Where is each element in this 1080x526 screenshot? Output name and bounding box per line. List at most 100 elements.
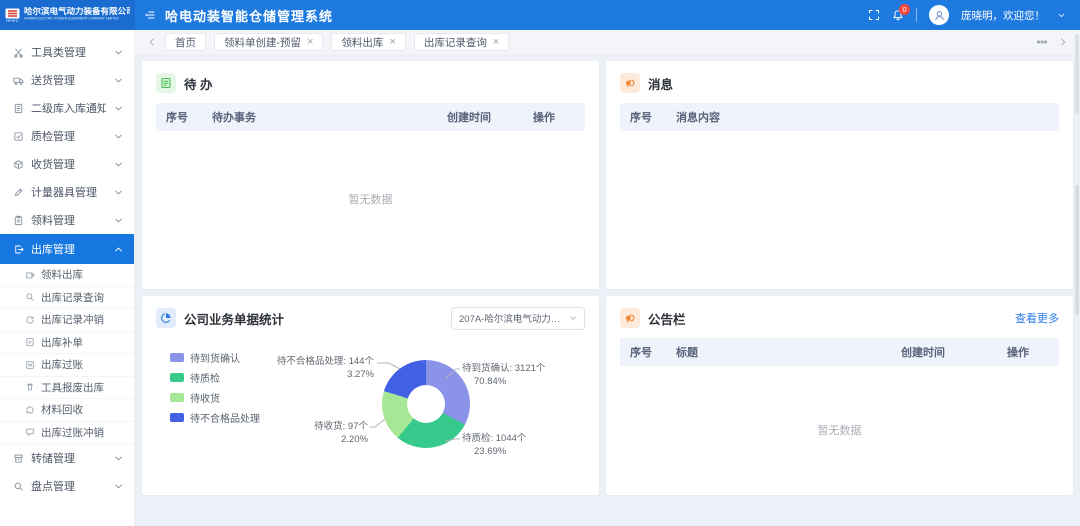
sidebar-item-tools[interactable]: 工具类管理 [0, 38, 134, 66]
main-area: 首页领料单创建-预留×领料出库×出库记录查询× 待 办 序号待 [135, 30, 1080, 526]
tabs-scroll-right-icon[interactable] [1058, 37, 1068, 47]
truck-icon [13, 75, 24, 86]
notice-empty-state: 暂无数据 [606, 422, 1073, 438]
org-select[interactable]: 207A-哈尔滨电气动力装备有限公 [451, 307, 585, 330]
export-icon [13, 244, 24, 255]
legend-item[interactable]: 待收货 [170, 390, 260, 405]
todo-icon [156, 73, 176, 93]
sidebar-subitem-outbound-posting[interactable]: 出库过账 [0, 354, 134, 377]
sidebar-subitem-outbound-supplement[interactable]: 出库补单 [0, 332, 134, 355]
tab-close-icon[interactable]: × [307, 37, 313, 48]
tabs-more-icon[interactable] [1036, 36, 1048, 48]
chart-label-lb: 待收货: 97个2.20% [247, 421, 368, 446]
chevron-down-icon [113, 75, 124, 86]
recycle-icon [25, 405, 35, 415]
avatar[interactable] [929, 5, 949, 25]
company-name-en: HARBIN ELECTRIC POWER EQUIPMENT COMPANY … [24, 18, 82, 22]
sidebar-item-label: 领料管理 [31, 212, 106, 228]
column-header: 操作 [533, 109, 575, 125]
company-logo-block: HPEC 哈尔滨电气动力装备有限公司 HARBIN ELECTRIC POWER… [0, 0, 135, 30]
notice-panel: 公告栏 查看更多 序号标题创建时间操作 暂无数据 [606, 296, 1073, 495]
tab-close-icon[interactable]: × [493, 37, 499, 48]
sidebar-item-label: 出库管理 [31, 241, 106, 257]
sidebar-item-label: 计量器具管理 [31, 184, 106, 200]
sidebar-item-label: 转储管理 [31, 450, 106, 466]
tab-home[interactable]: 首页 [165, 33, 206, 51]
tab-outbound-record-query[interactable]: 出库记录查询 × [414, 33, 509, 51]
sidebar-item-label: 二级库入库通知单 [31, 100, 106, 116]
todo-table-header: 序号待办事务创建时间操作 [156, 103, 585, 131]
messages-table-header: 序号消息内容 [620, 103, 1059, 131]
megaphone-icon [620, 308, 640, 328]
sidebar-item-measuring-instruments[interactable]: 计量器具管理 [0, 178, 134, 206]
sidebar-item-level2-inbound-notice[interactable]: 二级库入库通知单 [0, 94, 134, 122]
tab-requisition-create-reserve[interactable]: 领料单创建-预留× [214, 33, 323, 51]
doc-plus-icon [25, 337, 35, 347]
panel-title-todo: 待 办 [184, 74, 212, 93]
header-divider [916, 8, 917, 22]
page-scrollbar[interactable] [1075, 34, 1079, 114]
tab-close-icon[interactable]: × [389, 37, 395, 48]
fullscreen-icon[interactable] [868, 9, 880, 21]
chevron-down-icon [113, 453, 124, 464]
company-name-cn: 哈尔滨电气动力装备有限公司 [24, 7, 130, 16]
sidebar-subitem-label: 出库过账 [41, 357, 83, 372]
tab-label: 首页 [175, 35, 196, 50]
box-out-icon [25, 270, 35, 280]
column-header: 操作 [1007, 344, 1049, 360]
chevron-down-icon [113, 47, 124, 58]
sidebar-subitem-label: 出库过账冲销 [41, 425, 104, 440]
chevron-down-icon [113, 131, 124, 142]
logo-emblem-text: HPEC [6, 19, 19, 23]
tab-label: 领料出库 [341, 35, 383, 50]
view-more-link[interactable]: 查看更多 [1015, 310, 1059, 326]
archive-icon [13, 453, 24, 464]
sidebar-subitem-outbound-posting-reversal[interactable]: 出库过账冲销 [0, 422, 134, 445]
chevron-up-icon [113, 244, 124, 255]
sidebar-subitem-tool-scrap-outbound[interactable]: 工具报废出库 [0, 377, 134, 400]
pie-chart-icon [156, 308, 176, 328]
sidebar-collapse-icon[interactable] [144, 9, 156, 21]
tab-material-outbound[interactable]: 领料出库 × [331, 33, 405, 51]
column-header: 创建时间 [901, 344, 1007, 360]
messages-panel: 消息 序号消息内容 [606, 61, 1073, 289]
todo-empty-state: 暂无数据 [142, 191, 599, 207]
legend-swatch [170, 373, 184, 382]
sidebar-item-receiving[interactable]: 收货管理 [0, 150, 134, 178]
notifications-button[interactable]: 0 [892, 9, 904, 21]
app-header: HPEC 哈尔滨电气动力装备有限公司 HARBIN ELECTRIC POWER… [0, 0, 1080, 30]
sidebar-subitem-material-outbound[interactable]: 领料出库 [0, 264, 134, 287]
dashboard-content: 待 办 序号待办事务创建时间操作 暂无数据 消息 序号消息内容 [135, 54, 1080, 502]
sidebar: 工具类管理送货管理二级库入库通知单质检管理收货管理计量器具管理领料管理出库管理领… [0, 30, 135, 526]
sidebar-item-label: 送货管理 [31, 72, 106, 88]
sidebar-item-quality-check[interactable]: 质检管理 [0, 122, 134, 150]
posting-reversal-icon [25, 427, 35, 437]
column-header: 待办事务 [212, 109, 447, 125]
scrap-icon [25, 382, 35, 392]
chevron-down-icon [113, 103, 124, 114]
tab-label: 出库记录查询 [424, 35, 487, 50]
user-menu-caret-icon[interactable] [1057, 11, 1066, 20]
sidebar-item-material-requisition[interactable]: 领料管理 [0, 206, 134, 234]
sidebar-item-stocktake[interactable]: 盘点管理 [0, 472, 134, 500]
panel-title-stats: 公司业务单据统计 [184, 309, 284, 328]
sidebar-item-label: 盘点管理 [31, 478, 106, 494]
panel-title-messages: 消息 [648, 74, 673, 93]
sidebar-subitem-label: 出库记录查询 [41, 290, 104, 305]
pencil-icon [13, 187, 24, 198]
chevron-down-icon [113, 187, 124, 198]
sidebar-item-delivery[interactable]: 送货管理 [0, 66, 134, 94]
column-header: 消息内容 [676, 109, 1049, 125]
tab-bar: 首页 领料单创建-预留× 领料出库 × 出库记录查询 × [135, 30, 1080, 54]
column-header: 序号 [166, 109, 212, 125]
sidebar-subitem-outbound-record-query[interactable]: 出库记录查询 [0, 287, 134, 310]
sidebar-item-label: 收货管理 [31, 156, 106, 172]
clipboard-icon [13, 215, 24, 226]
search-icon [25, 292, 35, 302]
tabs-scroll-left-icon[interactable] [147, 37, 157, 47]
sidebar-item-outbound[interactable]: 出库管理 [0, 234, 134, 264]
sidebar-subitem-material-recycle[interactable]: 材料回收 [0, 399, 134, 422]
posting-icon [25, 360, 35, 370]
sidebar-item-transfer[interactable]: 转储管理 [0, 444, 134, 472]
sidebar-subitem-outbound-record-reversal[interactable]: 出库记录冲销 [0, 309, 134, 332]
